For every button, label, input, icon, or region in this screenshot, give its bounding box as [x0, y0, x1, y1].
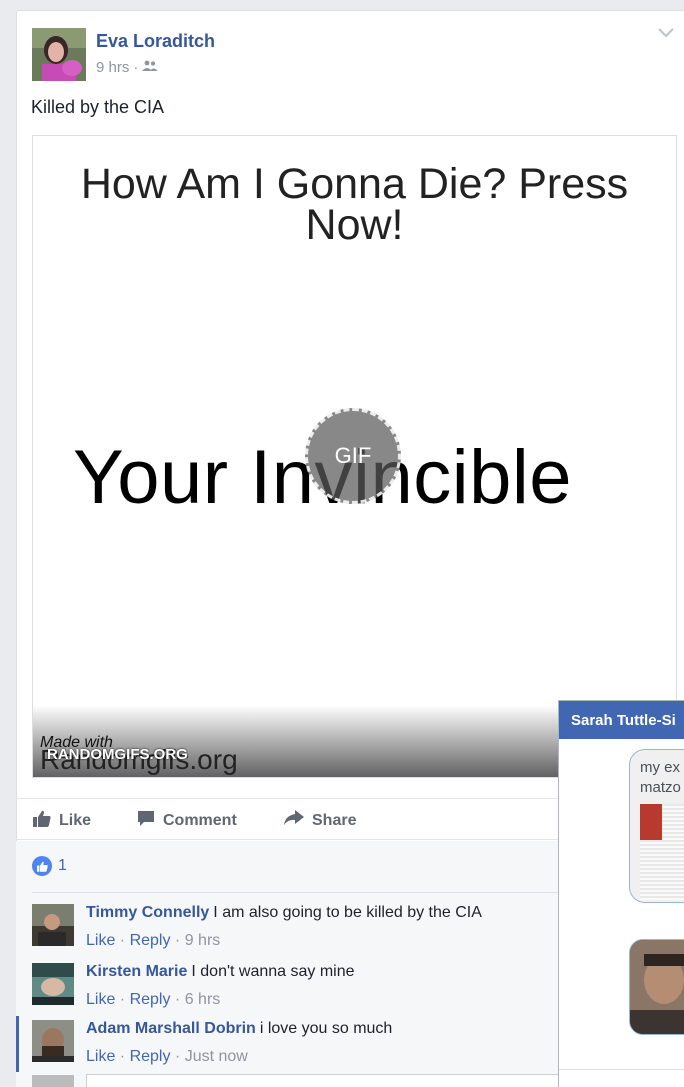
comment-icon [137, 810, 163, 832]
chat-message-line: my ex [640, 759, 681, 776]
gif-play-badge[interactable]: GIF [305, 408, 401, 504]
like-reaction-icon [32, 856, 52, 876]
chat-messages: my ex matzo [559, 739, 684, 1087]
chat-photo-message[interactable] [629, 939, 684, 1035]
gif-headline: How Am I Gonna Die? Press Now! [80, 160, 629, 249]
comment-text: Timmy Connelly I am also going to be kill… [86, 904, 482, 922]
share-label: Share [312, 811, 357, 829]
chat-message-bubble[interactable]: my ex matzo [629, 749, 684, 903]
comment-message: I am also going to be killed by the CIA [213, 904, 482, 921]
friends-icon[interactable] [142, 59, 158, 76]
commenter-name[interactable]: Timmy Connelly [86, 904, 209, 921]
comment-label: Comment [163, 812, 237, 829]
commenter-name[interactable]: Kirsten Marie [86, 963, 187, 980]
like-label: Like [59, 812, 92, 829]
comment-input[interactable] [86, 1074, 566, 1087]
chat-message-line: matzo [640, 779, 681, 796]
comment-reply-link[interactable]: Reply [130, 932, 171, 949]
commenter-avatar[interactable] [32, 1020, 74, 1062]
like-button[interactable]: Like [33, 810, 91, 832]
post-author-name[interactable]: Eva Loraditch [96, 31, 215, 52]
meta-separator: · [133, 59, 139, 76]
comment-button[interactable]: Comment [137, 810, 237, 832]
comment-time[interactable]: 9 hrs [185, 932, 221, 949]
comment-actions: Like · Reply · 9 hrs [86, 932, 221, 949]
commenter-avatar[interactable] [32, 963, 74, 1005]
chat-message-text: my ex matzo [640, 758, 681, 798]
active-comment-indicator [16, 1016, 19, 1072]
comment-like-link[interactable]: Like [86, 932, 115, 949]
comment-message: i love you so much [259, 1020, 393, 1037]
chat-input-divider [559, 1069, 684, 1070]
comment-text: Kirsten Marie I don't wanna say mine [86, 963, 355, 981]
newspaper-clipping-image[interactable] [640, 804, 684, 900]
gif-badge-label: GIF [334, 443, 372, 468]
comment-text: Adam Marshall Dobrin i love you so much [86, 1020, 392, 1038]
reaction-count: 1 [58, 857, 67, 874]
composer-avatar [32, 1075, 74, 1087]
gif-media[interactable]: How Am I Gonna Die? Press Now! Your Invi… [32, 135, 677, 778]
thumbs-up-icon [33, 810, 59, 832]
comment-actions: Like · Reply · 6 hrs [86, 991, 221, 1008]
chevron-down-icon[interactable] [657, 26, 675, 44]
comment-reply-link[interactable]: Reply [130, 991, 171, 1008]
share-button[interactable]: Share [284, 810, 356, 831]
post-meta: 9 hrs · [96, 59, 158, 76]
comment-like-link[interactable]: Like [86, 991, 115, 1008]
chat-header[interactable]: Sarah Tuttle-Si [559, 701, 684, 739]
chat-title: Sarah Tuttle-Si [571, 712, 676, 729]
comment-time[interactable]: 6 hrs [185, 991, 221, 1008]
clipping-photo [640, 804, 662, 840]
author-avatar[interactable] [32, 28, 86, 81]
post-actions-bar: Like Comment Share [16, 798, 576, 840]
comments-section: 1 Timmy Connelly I am also going to be ki… [16, 841, 576, 1087]
chat-window: Sarah Tuttle-Si my ex matzo [558, 700, 684, 1087]
post-text: Killed by the CIA [31, 97, 165, 117]
commenter-name[interactable]: Adam Marshall Dobrin [86, 1020, 256, 1037]
comment-message: I don't wanna say mine [191, 963, 355, 980]
commenter-avatar[interactable] [32, 904, 74, 946]
share-arrow-icon [284, 810, 312, 831]
comment-actions: Like · Reply · Just now [86, 1048, 248, 1065]
divider [32, 892, 576, 893]
reaction-summary[interactable]: 1 [32, 856, 67, 876]
watermark-link[interactable]: RANDOMGIFS.ORG [47, 746, 188, 763]
comment-like-link[interactable]: Like [86, 1048, 115, 1065]
post-timestamp[interactable]: 9 hrs [96, 59, 129, 76]
comment-time[interactable]: Just now [185, 1048, 248, 1065]
comment-reply-link[interactable]: Reply [130, 1048, 171, 1065]
